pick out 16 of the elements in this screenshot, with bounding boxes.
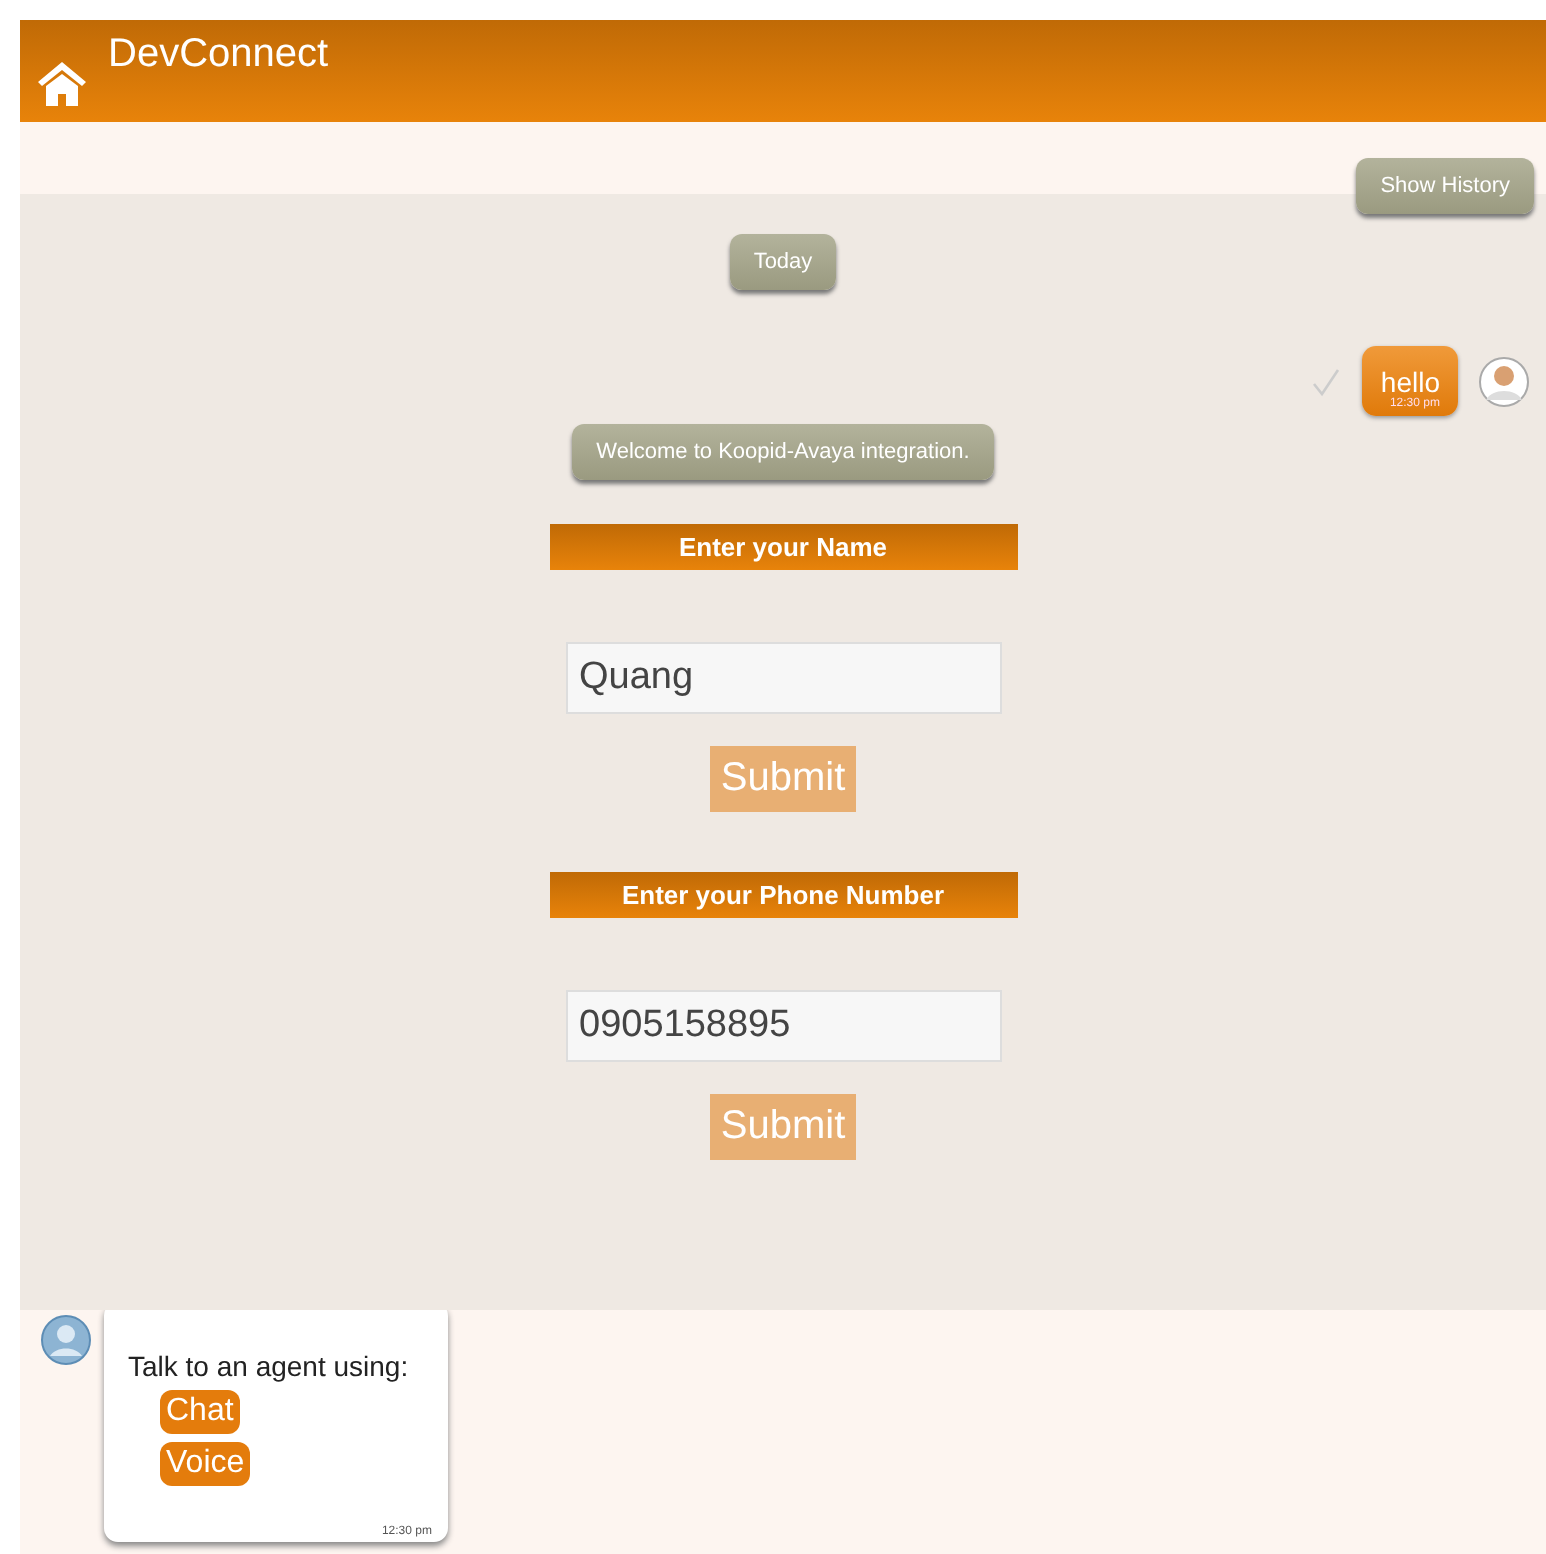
app-title: DevConnect [108,32,329,78]
form-label: Enter your Phone Number [549,872,1017,918]
input-field[interactable]: Quang [565,642,1001,714]
form-label: Enter your Name [549,524,1017,570]
home-icon[interactable] [36,56,88,108]
message-text: Talk to an agent using: [128,1350,409,1382]
option-button[interactable]: Chat [160,1390,240,1434]
submit-button[interactable]: Submit [710,1094,856,1160]
welcome-message: Welcome to Koopid-Avaya integration. [572,424,994,480]
submit-button[interactable]: Submit [710,746,856,812]
input-field[interactable]: 0905158895 [565,990,1001,1062]
show-history-button[interactable]: Show History [1356,158,1534,214]
option-button[interactable]: Voice [160,1442,251,1486]
date-chip: Today [729,234,837,290]
agent-avatar-icon [40,1314,92,1366]
avatar-icon [1478,355,1530,407]
